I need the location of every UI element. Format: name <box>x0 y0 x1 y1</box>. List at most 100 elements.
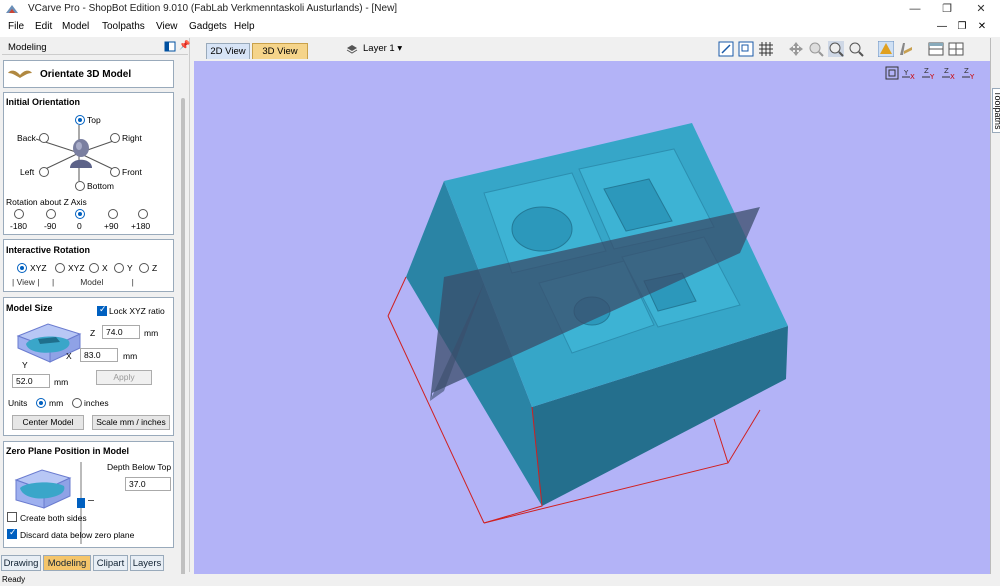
label-left: Left <box>20 167 35 177</box>
maximize-button[interactable]: ❐ <box>930 0 964 18</box>
tab-modeling[interactable]: Modeling <box>43 555 91 571</box>
interactive-rotation-section: Interactive Rotation XYZ XYZ X Y Z | Vie… <box>3 239 174 292</box>
radio-units-inches[interactable] <box>72 398 82 408</box>
radio-bottom[interactable] <box>75 181 85 191</box>
label-top: Top <box>87 115 101 125</box>
minimize-button[interactable]: — <box>898 0 932 18</box>
close-button[interactable]: ✕ <box>964 0 998 18</box>
wings-icon <box>8 70 32 78</box>
discard-below-label: Discard data below zero plane <box>20 530 135 540</box>
tab-2d-view[interactable]: 2D View <box>206 43 250 59</box>
z-size-input[interactable]: 74.0 <box>102 325 140 339</box>
tab-clipart[interactable]: Clipart <box>93 555 128 571</box>
view-toolbar: 2D View 3D View Layer 1 ▾ <box>192 38 988 60</box>
radio-model-z[interactable] <box>139 263 149 273</box>
dock-icon[interactable] <box>164 41 176 52</box>
units-label: Units <box>8 398 28 408</box>
x-unit: mm <box>123 351 138 361</box>
scale-units-button[interactable]: Scale mm / inches <box>92 415 170 430</box>
radio-rot-plus90[interactable] <box>108 209 118 219</box>
label-model-z: Z <box>152 263 158 273</box>
label-model-x: X <box>102 263 108 273</box>
units-inches-label: inches <box>84 398 109 408</box>
tab-3d-view[interactable]: 3D View <box>252 43 308 59</box>
menu-model[interactable]: Model <box>62 21 89 32</box>
z-label: Z <box>90 328 96 338</box>
zoom-all-icon[interactable] <box>848 41 864 57</box>
title-bar: VCarve Pro - ShopBot Edition 9.010 (FabL… <box>0 0 1000 18</box>
y-size-input[interactable]: 52.0 <box>12 374 50 388</box>
panel-scrollbar-thumb[interactable] <box>181 98 185 578</box>
label-bottom: Bottom <box>87 181 114 191</box>
radio-front[interactable] <box>110 167 120 177</box>
split-view-icon[interactable] <box>928 41 944 57</box>
toolpaths-side-tab[interactable]: Toolpaths <box>992 88 1000 133</box>
z-unit: mm <box>144 328 159 338</box>
window-title: VCarve Pro - ShopBot Edition 9.010 (FabL… <box>28 3 398 14</box>
radio-top[interactable] <box>75 115 85 125</box>
radio-rot-minus180[interactable] <box>14 209 24 219</box>
depth-input[interactable]: 37.0 <box>125 477 171 491</box>
create-both-sides-checkbox[interactable] <box>7 512 17 522</box>
radio-model-x[interactable] <box>89 263 99 273</box>
radio-model-y[interactable] <box>114 263 124 273</box>
label-view-xyz: XYZ <box>30 263 47 273</box>
radio-view-xyz[interactable] <box>17 263 27 273</box>
label-model-y: Y <box>127 263 133 273</box>
model-size-section: Model Size Lock XYZ ratio Z 74.0 mm X 83… <box>3 297 174 436</box>
head-model-icon <box>70 139 92 168</box>
app-icon <box>6 5 18 13</box>
menu-toolpaths[interactable]: Toolpaths <box>102 21 145 32</box>
label-right: Right <box>122 133 142 143</box>
zoom-icon[interactable] <box>828 41 844 57</box>
menu-gadgets[interactable]: Gadgets <box>189 21 227 32</box>
lock-xyz-checkbox[interactable] <box>97 304 107 316</box>
label-model-xyz: XYZ <box>68 263 85 273</box>
x-size-input[interactable]: 83.0 <box>80 348 118 362</box>
toolpaths-side-panel: Toolpaths <box>990 38 1000 574</box>
radio-rot-plus180[interactable] <box>138 209 148 219</box>
orientate-header: Orientate 3D Model <box>3 60 174 88</box>
zero-plane-title: Zero Plane Position in Model <box>6 446 130 456</box>
radio-rot-minus90[interactable] <box>46 209 56 219</box>
y-label: Y <box>22 360 28 370</box>
zoom-box-icon[interactable] <box>738 41 754 57</box>
menu-file[interactable]: File <box>8 21 24 32</box>
pin-icon[interactable]: 📌 <box>179 40 190 51</box>
zero-plane-slider-thumb[interactable] <box>77 498 85 508</box>
rot-label-0: 0 <box>77 221 82 231</box>
radio-model-xyz[interactable] <box>55 263 65 273</box>
mdi-minimize-button[interactable]: — <box>935 18 949 36</box>
zero-plane-car-icon <box>14 469 72 509</box>
layer-dropdown[interactable]: Layer 1 ▾ <box>363 43 402 54</box>
menu-view[interactable]: View <box>156 21 178 32</box>
tool-display-icon[interactable] <box>898 41 914 57</box>
x-label: X <box>66 351 72 361</box>
menu-edit[interactable]: Edit <box>35 21 52 32</box>
pan-icon[interactable] <box>788 41 804 57</box>
render-mode-icon[interactable] <box>878 41 894 57</box>
grid-icon[interactable] <box>758 41 774 57</box>
menu-help[interactable]: Help <box>234 21 255 32</box>
3d-viewport[interactable]: YXZYZXZY <box>194 61 990 574</box>
radio-right[interactable] <box>110 133 120 143</box>
rot-label-minus90: -90 <box>44 221 57 231</box>
tab-layers[interactable]: Layers <box>130 555 164 571</box>
tile-view-icon[interactable] <box>948 41 964 57</box>
mdi-restore-button[interactable]: ❐ <box>955 18 969 36</box>
radio-units-mm[interactable] <box>36 398 46 408</box>
zoom-extents-icon[interactable] <box>718 41 734 57</box>
radio-back[interactable] <box>39 133 49 143</box>
status-bar: Ready <box>0 574 1000 585</box>
apply-button[interactable]: Apply <box>96 370 152 385</box>
rot-label-plus90: +90 <box>104 221 119 231</box>
y-unit: mm <box>54 377 69 387</box>
zoom-in-icon[interactable] <box>808 41 824 57</box>
tab-drawing[interactable]: Drawing <box>1 555 41 571</box>
center-model-button[interactable]: Center Model <box>12 415 84 430</box>
mdi-close-button[interactable]: ✕ <box>975 18 989 36</box>
radio-left[interactable] <box>39 167 49 177</box>
discard-below-checkbox[interactable] <box>7 527 17 539</box>
radio-rot-0[interactable] <box>75 209 85 219</box>
status-text: Ready <box>2 575 26 584</box>
